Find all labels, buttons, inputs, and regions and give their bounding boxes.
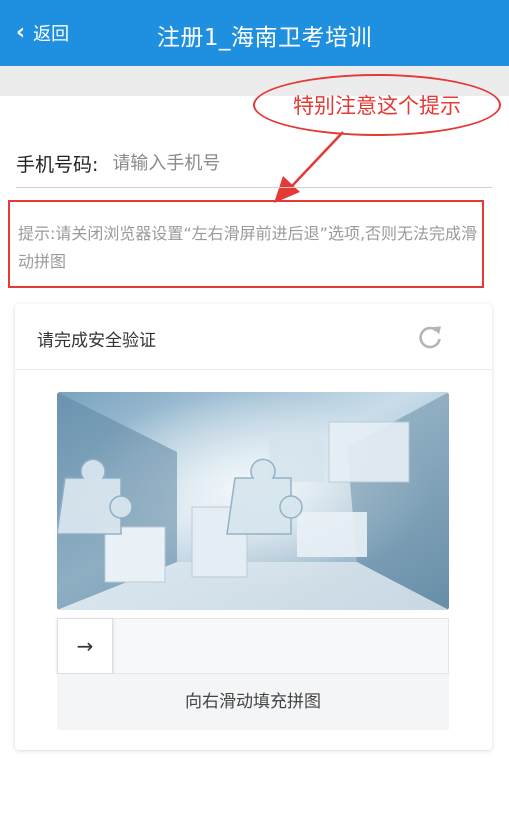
refresh-icon[interactable] xyxy=(415,322,445,352)
phone-label: 手机号码: xyxy=(16,154,99,176)
annotation-callout: 特别注意这个提示 xyxy=(253,74,501,136)
page-title: 注册1_海南卫考培训 xyxy=(156,25,373,51)
captcha-header: 请完成安全验证 xyxy=(15,304,492,370)
annotation-callout-text: 特别注意这个提示 xyxy=(293,94,461,118)
tip-highlight-box: 提示:请关闭浏览器设置“左右滑屏前进后退”选项,否则无法完成滑动拼图 xyxy=(8,200,484,288)
slider-track[interactable] xyxy=(57,618,449,674)
puzzle-image xyxy=(57,392,449,610)
phone-field-row: 手机号码: xyxy=(16,140,492,188)
slider-handle[interactable]: → xyxy=(57,618,113,674)
captcha-card: 请完成安全验证 → 向右滑动填充拼图 xyxy=(15,304,492,750)
phone-input[interactable] xyxy=(112,153,443,174)
captcha-title: 请完成安全验证 xyxy=(37,331,156,351)
tip-text: 提示:请关闭浏览器设置“左右滑屏前进后退”选项,否则无法完成滑动拼图 xyxy=(18,224,478,271)
app-header: ‹ 返回 注册1_海南卫考培训 xyxy=(0,0,509,66)
arrow-right-icon: → xyxy=(76,634,94,658)
slider-hint: 向右滑动填充拼图 xyxy=(57,674,449,730)
